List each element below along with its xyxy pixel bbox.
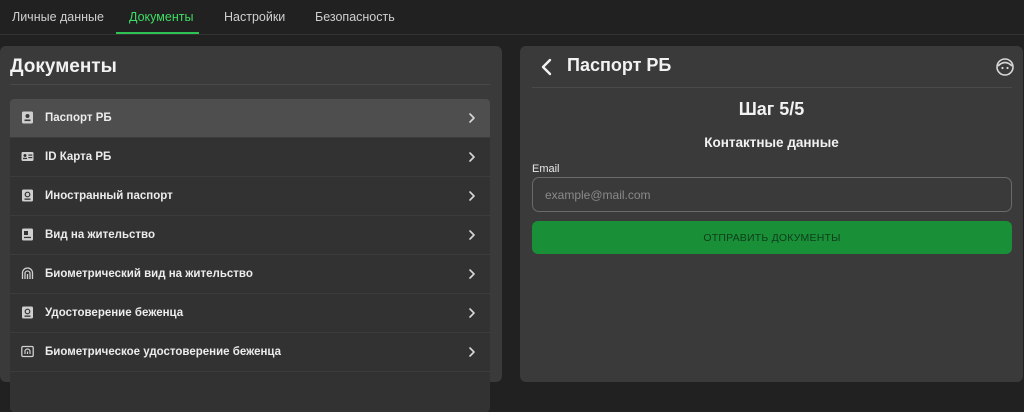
document-item-foreign-passport[interactable]: Иностранный паспорт — [10, 177, 490, 216]
passport-icon — [22, 111, 33, 124]
document-item-label: ID Карта РБ — [45, 151, 112, 163]
step-indicator: Шаг 5/5 — [738, 99, 805, 119]
tab-settings[interactable]: Настройки — [224, 0, 285, 34]
tab-security[interactable]: Безопасность — [315, 0, 395, 34]
document-item-label: Удостоверение беженца — [45, 307, 184, 319]
form-title: Паспорт РБ — [567, 55, 672, 75]
document-item-id-card[interactable]: ID Карта РБ — [10, 138, 490, 177]
biometric-card-icon — [21, 267, 34, 279]
tab-documents[interactable]: Документы — [129, 0, 193, 34]
chevron-right-icon — [469, 308, 475, 318]
document-item-refugee-certificate[interactable]: Удостоверение беженца — [10, 294, 490, 333]
document-item-biometric-residence-permit[interactable]: Биометрический вид на жительство — [10, 255, 490, 294]
document-item-label: Биометрическое удостоверение беженца — [45, 346, 282, 358]
document-item-passport-rb[interactable]: Паспорт РБ — [10, 99, 490, 138]
submit-documents-button[interactable]: ОТПРАВИТЬ ДОКУМЕНТЫ — [532, 221, 1012, 254]
active-tab-indicator — [116, 32, 199, 34]
chevron-right-icon — [469, 113, 475, 123]
section-subtitle: Контактные данные — [704, 135, 839, 150]
documents-list: Паспорт РБ ID Карта РБ Иностранный паспо… — [10, 99, 490, 412]
chevron-right-icon — [469, 230, 475, 240]
document-item-label: Биометрический вид на жительство — [45, 268, 253, 280]
chevron-right-icon — [469, 269, 475, 279]
document-item-label: Вид на жительство — [45, 229, 156, 241]
email-field[interactable] — [532, 177, 1012, 212]
passport-icon — [22, 306, 33, 319]
id-card-icon — [21, 152, 34, 161]
document-item-biometric-refugee-certificate[interactable]: Биометрическое удостоверение беженца — [10, 333, 490, 372]
documents-title: Документы — [10, 56, 117, 77]
document-item-label: Иностранный паспорт — [45, 190, 173, 202]
support-icon[interactable] — [995, 57, 1015, 77]
tab-personal-data[interactable]: Личные данные — [12, 0, 104, 34]
passport-form-panel: Паспорт РБ Шаг 5/5 Контактные данные Ema… — [520, 46, 1023, 382]
divider — [532, 87, 1012, 88]
document-item-residence-permit[interactable]: Вид на жительство — [10, 216, 490, 255]
document-item-label: Паспорт РБ — [45, 112, 112, 124]
chevron-right-icon — [469, 191, 475, 201]
email-label: Email — [532, 163, 560, 175]
top-tabs: Личные данные Документы Настройки Безопа… — [0, 0, 1024, 35]
documents-panel: Документы Паспорт РБ ID Карта РБ Иностра… — [0, 46, 502, 412]
divider — [10, 84, 490, 85]
chevron-right-icon — [469, 152, 475, 162]
biometric-card-icon — [21, 345, 34, 358]
residence-card-icon — [22, 228, 33, 241]
back-arrow-icon[interactable] — [538, 57, 556, 77]
chevron-right-icon — [469, 347, 475, 357]
passport-icon — [22, 189, 33, 202]
